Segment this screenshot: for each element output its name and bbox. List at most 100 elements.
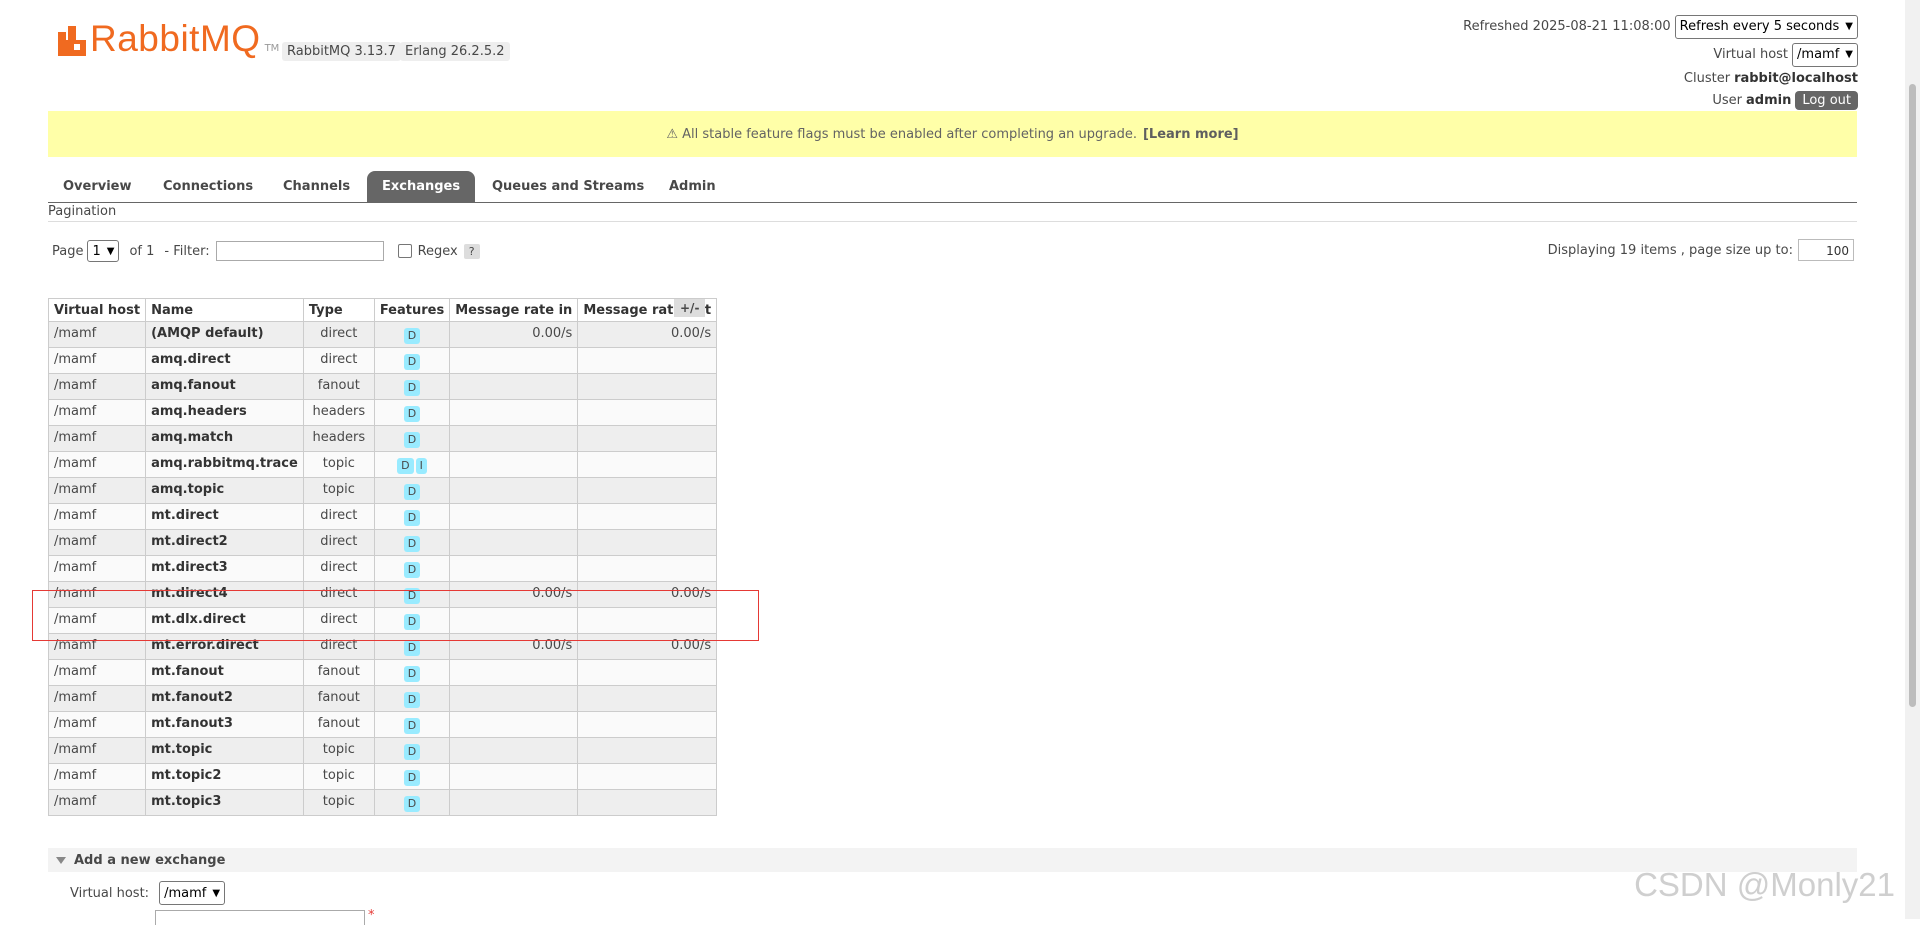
cell-exchange-name[interactable]: amq.fanout: [145, 373, 304, 400]
col-virtual-host[interactable]: Virtual host: [47, 298, 147, 322]
cell-features: D: [373, 659, 451, 686]
learn-more-link[interactable]: [Learn more]: [1143, 127, 1239, 142]
regex-checkbox[interactable]: [397, 244, 412, 258]
regex-label: Regex: [417, 243, 458, 259]
cell-message-rate-out: [577, 529, 718, 556]
page-scrollbar[interactable]: [1905, 0, 1920, 919]
cell-features: D: [373, 685, 451, 712]
required-marker: *: [368, 908, 375, 923]
table-row[interactable]: /mamf amq.topic topic D: [47, 477, 718, 504]
cell-exchange-name[interactable]: mt.fanout3: [145, 711, 304, 738]
refresh-interval-select[interactable]: Refresh every 5 seconds ▼: [1674, 14, 1858, 39]
cell-message-rate-out: 0.00/s: [577, 633, 718, 660]
cell-exchange-name[interactable]: mt.topic2: [145, 763, 304, 790]
table-row[interactable]: /mamf mt.topic2 topic D: [47, 763, 718, 790]
table-row[interactable]: /mamf mt.direct3 direct D: [47, 555, 718, 582]
cell-exchange-name[interactable]: (AMQP default): [145, 321, 304, 348]
table-row[interactable]: /mamf mt.dlx.direct direct D: [47, 607, 718, 634]
col-name[interactable]: Name: [145, 298, 304, 322]
add-exchange-name-input[interactable]: [155, 910, 365, 925]
table-row[interactable]: /mamf amq.headers headers D: [47, 399, 718, 426]
feature-badge: D: [403, 744, 421, 760]
display-count: Displaying 19 items , page size up to: 1…: [1548, 239, 1854, 261]
table-row[interactable]: /mamf mt.error.direct direct D 0.00/s 0.00/s: [47, 633, 718, 660]
cell-type: topic: [302, 737, 375, 764]
cell-virtual-host: /mamf: [47, 711, 147, 738]
table-row[interactable]: /mamf mt.direct2 direct D: [47, 529, 718, 556]
cell-exchange-name[interactable]: mt.direct: [145, 503, 304, 530]
cell-exchange-name[interactable]: amq.headers: [145, 399, 304, 426]
table-row[interactable]: /mamf mt.direct4 direct D 0.00/s 0.00/s: [47, 581, 718, 608]
rabbitmq-logo[interactable]: RabbitMQ TM: [58, 20, 279, 57]
filter-input[interactable]: [215, 241, 384, 261]
tab-exchanges[interactable]: Exchanges: [367, 171, 476, 202]
pagination-section-label[interactable]: Pagination: [48, 204, 116, 219]
tab-admin[interactable]: Admin: [654, 171, 731, 202]
table-row[interactable]: /mamf mt.fanout fanout D: [47, 659, 718, 686]
banner-text: ⚠ All stable feature flags must be enabl…: [666, 126, 1137, 142]
cell-exchange-name[interactable]: amq.match: [145, 425, 304, 452]
tab-overview[interactable]: Overview: [48, 171, 147, 202]
cell-virtual-host: /mamf: [47, 581, 147, 608]
virtual-host-select[interactable]: /mamf ▼: [1792, 42, 1858, 67]
cell-type: headers: [302, 399, 375, 426]
cell-type: topic: [302, 789, 375, 816]
feature-badge: D: [403, 796, 421, 812]
cell-exchange-name[interactable]: amq.direct: [145, 347, 304, 374]
table-row[interactable]: /mamf mt.fanout2 fanout D: [47, 685, 718, 712]
cell-exchange-name[interactable]: amq.rabbitmq.trace: [145, 451, 304, 478]
table-row[interactable]: /mamf amq.match headers D: [47, 425, 718, 452]
column-options-button[interactable]: +/-: [674, 299, 706, 317]
table-row[interactable]: /mamf mt.direct direct D: [47, 503, 718, 530]
tab-connections[interactable]: Connections: [148, 171, 268, 202]
cell-message-rate-in: [449, 763, 579, 790]
page-size-input[interactable]: 100: [1798, 239, 1854, 261]
cell-type: direct: [302, 347, 375, 374]
feature-badge: D: [403, 588, 421, 604]
refresh-interval-value: Refresh every 5 seconds: [1679, 19, 1840, 34]
cell-exchange-name[interactable]: mt.direct3: [145, 555, 304, 582]
table-row[interactable]: /mamf amq.direct direct D: [47, 347, 718, 374]
col-message-rate-in[interactable]: Message rate in: [449, 298, 579, 322]
virtual-host-value: /mamf: [1797, 47, 1840, 62]
logout-button[interactable]: Log out: [1795, 90, 1858, 110]
cell-exchange-name[interactable]: amq.topic: [145, 477, 304, 504]
col-type[interactable]: Type: [302, 298, 375, 322]
cell-type: direct: [302, 581, 375, 608]
cell-exchange-name[interactable]: mt.error.direct: [145, 633, 304, 660]
page-select[interactable]: 1 ▼: [87, 240, 120, 262]
table-row[interactable]: /mamf amq.fanout fanout D: [47, 373, 718, 400]
cell-virtual-host: /mamf: [47, 347, 147, 374]
cell-exchange-name[interactable]: mt.fanout: [145, 659, 304, 686]
cell-message-rate-in: [449, 555, 579, 582]
cell-virtual-host: /mamf: [47, 633, 147, 660]
header-status: Refreshed 2025-08-21 11:08:00 Refresh ev…: [1463, 14, 1858, 111]
add-exchange-section-header[interactable]: Add a new exchange: [48, 848, 1857, 872]
cell-virtual-host: /mamf: [47, 685, 147, 712]
cell-exchange-name[interactable]: mt.direct2: [145, 529, 304, 556]
cell-exchange-name[interactable]: mt.fanout2: [145, 685, 304, 712]
cell-message-rate-in: 0.00/s: [449, 581, 579, 608]
cell-features: D: [373, 633, 451, 660]
cell-type: direct: [302, 529, 375, 556]
tab-queues-and-streams[interactable]: Queues and Streams: [477, 171, 659, 202]
table-row[interactable]: /mamf mt.fanout3 fanout D: [47, 711, 718, 738]
cell-exchange-name[interactable]: mt.topic: [145, 737, 304, 764]
table-row[interactable]: /mamf (AMQP default) direct D 0.00/s 0.00/s: [47, 321, 718, 348]
cell-message-rate-in: [449, 503, 579, 530]
cell-exchange-name[interactable]: mt.dlx.direct: [145, 607, 304, 634]
feature-badge: D: [403, 536, 421, 552]
feature-badge: D: [403, 614, 421, 630]
filter-label: - Filter:: [164, 243, 210, 259]
table-row[interactable]: /mamf mt.topic3 topic D: [47, 789, 718, 816]
cell-message-rate-in: [449, 737, 579, 764]
cell-exchange-name[interactable]: mt.topic3: [145, 789, 304, 816]
tab-channels[interactable]: Channels: [268, 171, 365, 202]
add-exchange-vhost-select[interactable]: /mamf ▼: [159, 881, 226, 905]
table-row[interactable]: /mamf amq.rabbitmq.trace topic D I: [47, 451, 718, 478]
cell-exchange-name[interactable]: mt.direct4: [145, 581, 304, 608]
table-row[interactable]: /mamf mt.topic topic D: [47, 737, 718, 764]
scrollbar-thumb[interactable]: [1909, 84, 1916, 707]
cell-type: fanout: [302, 373, 375, 400]
regex-help-button[interactable]: ?: [463, 243, 480, 259]
